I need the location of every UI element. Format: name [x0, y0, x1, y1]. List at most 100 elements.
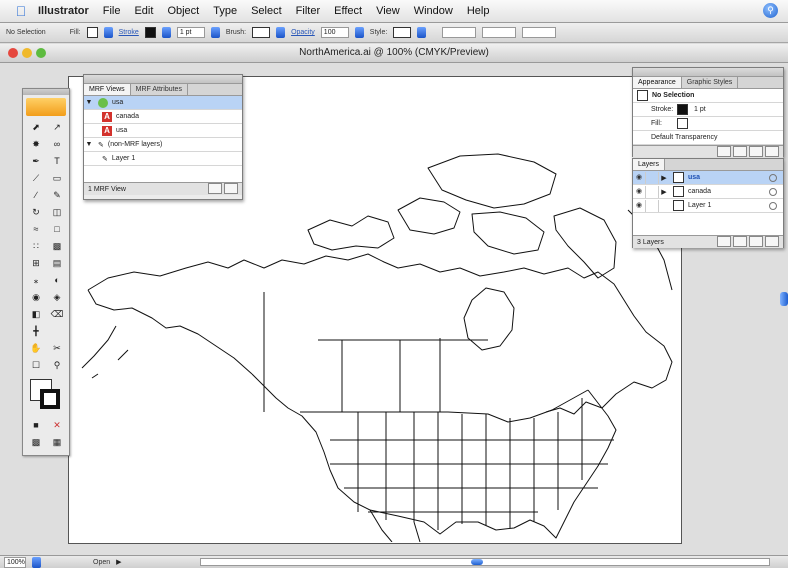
column-graph-tool-icon[interactable]: ▩: [47, 238, 67, 254]
panel-titlebar[interactable]: [633, 68, 783, 77]
clear-appearance-button[interactable]: [733, 145, 747, 157]
panel-titlebar[interactable]: [84, 75, 242, 84]
visibility-eye-icon[interactable]: ◉: [633, 171, 646, 184]
mrf-row-layer-1[interactable]: ✎ Layer 1: [84, 152, 242, 166]
menu-window[interactable]: Window: [414, 5, 453, 17]
live-paint-selection-tool-icon[interactable]: ◈: [47, 289, 67, 305]
stroke-color-swatch[interactable]: [40, 389, 60, 409]
layer-name[interactable]: canada: [688, 188, 711, 195]
appearance-stroke-row[interactable]: Stroke: 1 pt: [633, 103, 783, 117]
stroke-swatch[interactable]: [144, 27, 156, 38]
status-menu-arrow-icon[interactable]: ▶: [116, 558, 121, 566]
delete-layer-button[interactable]: [765, 235, 779, 247]
delete-view-button[interactable]: [224, 182, 238, 194]
layer-row-layer-1[interactable]: ◉ Layer 1: [633, 199, 783, 213]
stroke-dropdown-icon[interactable]: [161, 27, 171, 38]
full-screen-mode-icon[interactable]: ▦: [47, 434, 67, 450]
expand-triangle-icon[interactable]: ▶: [659, 174, 669, 182]
target-circle-icon[interactable]: [769, 187, 777, 196]
line-tool-icon[interactable]: ⟋: [26, 170, 46, 186]
x-field[interactable]: [442, 27, 477, 38]
spotlight-icon[interactable]: ⚲: [763, 3, 778, 18]
layer-name[interactable]: usa: [688, 174, 700, 181]
target-circle-icon[interactable]: [769, 173, 777, 182]
brush-swatch[interactable]: [252, 27, 271, 38]
fill-swatch[interactable]: [677, 118, 688, 129]
pen-tool-icon[interactable]: ✒: [26, 153, 46, 169]
new-sublayer-button[interactable]: [733, 235, 747, 247]
vertical-scroll-thumb[interactable]: [780, 292, 788, 306]
artboard-tool-icon[interactable]: ╋: [26, 323, 46, 339]
normal-screen-mode-icon[interactable]: ▩: [26, 434, 46, 450]
zoom-field[interactable]: 100%: [4, 556, 26, 568]
free-transform-tool-icon[interactable]: □: [47, 221, 67, 237]
lasso-tool-icon[interactable]: ∞: [47, 136, 67, 152]
mrf-row-non-mrf-layers[interactable]: ▼ ✎ (non-MRF layers): [84, 138, 242, 152]
direct-selection-tool-icon[interactable]: ↗: [47, 119, 67, 135]
menu-file[interactable]: File: [103, 5, 121, 17]
hand-tool-icon[interactable]: ✋: [26, 340, 46, 356]
zoom-tool-icon[interactable]: ⚲: [47, 357, 67, 373]
app-menu[interactable]: Illustrator: [38, 5, 89, 17]
opacity-dropdown-icon[interactable]: [354, 27, 364, 38]
scale-tool-icon[interactable]: ◫: [47, 204, 67, 220]
pencil-tool-icon[interactable]: ✎: [47, 187, 67, 203]
lock-toggle[interactable]: [646, 199, 659, 212]
menu-view[interactable]: View: [376, 5, 400, 17]
disclosure-triangle-icon[interactable]: ▼: [84, 141, 94, 148]
delete-item-button[interactable]: [765, 145, 779, 157]
magic-wand-tool-icon[interactable]: ✸: [26, 136, 46, 152]
brush-dropdown-icon[interactable]: [276, 27, 286, 38]
target-circle-icon[interactable]: [769, 201, 777, 210]
hand-tool-alt-icon[interactable]: ☐: [26, 357, 46, 373]
appearance-fill-row[interactable]: Fill:: [633, 117, 783, 131]
menu-type[interactable]: Type: [213, 5, 237, 17]
duplicate-item-button[interactable]: [749, 145, 763, 157]
none-mode-icon[interactable]: ✕: [47, 417, 67, 433]
mrf-row-usa[interactable]: ▼ usa: [84, 96, 242, 110]
mrf-row-usa-item[interactable]: A usa: [84, 124, 242, 138]
live-paint-tool-icon[interactable]: ◉: [26, 289, 46, 305]
blend-tool-icon[interactable]: ◐: [47, 272, 67, 288]
color-mode-icon[interactable]: ■: [26, 417, 46, 433]
tab-appearance[interactable]: Appearance: [633, 77, 682, 88]
lock-toggle[interactable]: [646, 171, 659, 184]
expand-triangle-icon[interactable]: ▶: [659, 188, 669, 196]
style-dropdown-icon[interactable]: [417, 27, 427, 38]
warp-tool-icon[interactable]: ≈: [26, 221, 46, 237]
tab-mrf-views[interactable]: MRF Views: [84, 84, 131, 95]
rectangle-tool-icon[interactable]: ▭: [47, 170, 67, 186]
tab-layers[interactable]: Layers: [633, 159, 666, 170]
new-art-basic-button[interactable]: [717, 145, 731, 157]
visibility-eye-icon[interactable]: ◉: [633, 199, 646, 212]
new-layer-button[interactable]: [749, 235, 763, 247]
rotate-tool-icon[interactable]: ↻: [26, 204, 46, 220]
status-label[interactable]: Open: [93, 559, 110, 566]
horizontal-scroll-thumb[interactable]: [471, 559, 483, 565]
disclosure-triangle-icon[interactable]: ▼: [84, 99, 94, 106]
scissors-tool-icon[interactable]: ✂: [47, 340, 67, 356]
lock-toggle[interactable]: [646, 185, 659, 198]
new-view-button[interactable]: [208, 182, 222, 194]
selection-tool-icon[interactable]: ⬈: [26, 119, 46, 135]
paintbrush-tool-icon[interactable]: ∕: [26, 187, 46, 203]
fill-swatch[interactable]: [86, 27, 98, 38]
symbol-sprayer-tool-icon[interactable]: ∷: [26, 238, 46, 254]
mrf-row-canada[interactable]: A canada: [84, 110, 242, 124]
make-clipping-mask-button[interactable]: [717, 235, 731, 247]
stroke-weight-field[interactable]: 1 pt: [176, 27, 205, 38]
tools-panel-grabber[interactable]: [23, 89, 69, 95]
visibility-eye-icon[interactable]: ◉: [633, 185, 646, 198]
eraser-tool-icon[interactable]: ⌫: [47, 306, 67, 322]
appearance-transparency-row[interactable]: Default Transparency: [633, 131, 783, 145]
layer-row-canada[interactable]: ◉ ▶ canada: [633, 185, 783, 199]
menu-filter[interactable]: Filter: [296, 5, 320, 17]
type-tool-icon[interactable]: T: [47, 153, 67, 169]
eyedropper-tool-icon[interactable]: ⁎: [26, 272, 46, 288]
north-america-map[interactable]: [68, 150, 680, 542]
gradient-tool-icon[interactable]: ▤: [47, 255, 67, 271]
tab-mrf-attributes[interactable]: MRF Attributes: [131, 84, 188, 95]
opacity-field[interactable]: 100: [320, 27, 349, 38]
menu-help[interactable]: Help: [467, 5, 490, 17]
w-field[interactable]: [522, 27, 557, 38]
